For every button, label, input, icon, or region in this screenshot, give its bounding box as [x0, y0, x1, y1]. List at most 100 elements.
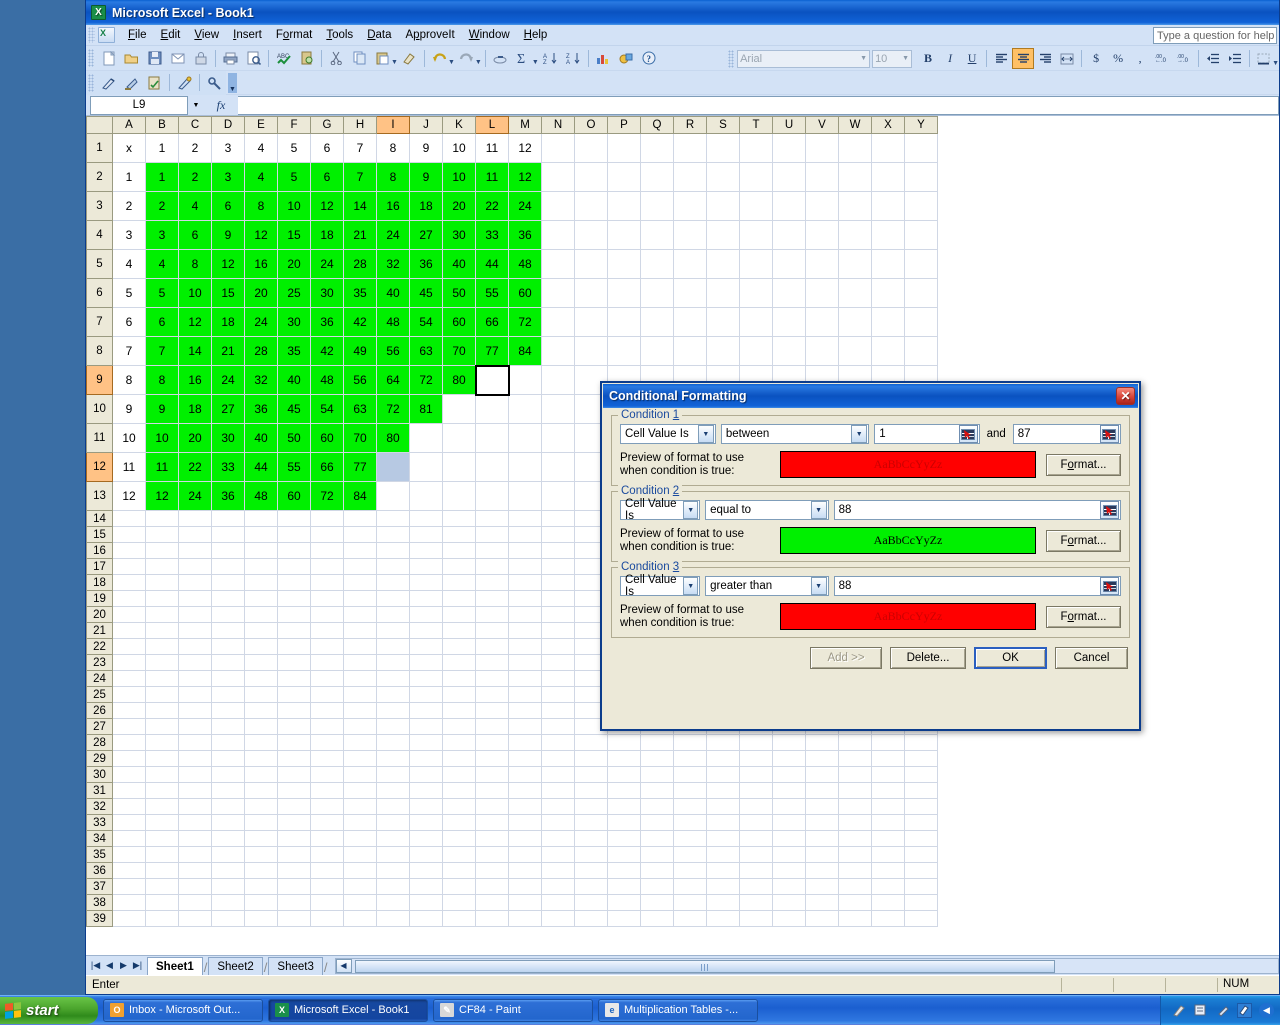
cell-F14[interactable] — [277, 510, 311, 527]
cell-O8[interactable] — [574, 336, 608, 366]
cell-D32[interactable] — [211, 798, 245, 815]
cell-K15[interactable] — [442, 526, 476, 543]
cell-O34[interactable] — [574, 830, 608, 847]
cell-N14[interactable] — [541, 510, 575, 527]
drawing-icon[interactable] — [615, 47, 638, 69]
cell-V5[interactable] — [805, 249, 839, 279]
cell-I3[interactable]: 16 — [376, 191, 410, 221]
cell-C7[interactable]: 12 — [178, 307, 212, 337]
cell-J7[interactable]: 54 — [409, 307, 443, 337]
cell-F39[interactable] — [277, 910, 311, 927]
cell-V3[interactable] — [805, 191, 839, 221]
chart-wizard-icon[interactable] — [592, 47, 615, 69]
cell-J15[interactable] — [409, 526, 443, 543]
cell-A17[interactable] — [112, 558, 146, 575]
font-size-combo[interactable]: 10 ▼ — [872, 49, 913, 68]
cell-T34[interactable] — [739, 830, 773, 847]
cell-E32[interactable] — [244, 798, 278, 815]
cell-D14[interactable] — [211, 510, 245, 527]
cell-E37[interactable] — [244, 878, 278, 895]
cell-B2[interactable]: 1 — [145, 162, 179, 192]
row-header-16[interactable]: 16 — [86, 542, 113, 559]
cell-D25[interactable] — [211, 686, 245, 703]
cell-R7[interactable] — [673, 307, 707, 337]
cell-B34[interactable] — [145, 830, 179, 847]
format-button-2[interactable]: Fo rmat... — [1046, 529, 1121, 552]
cell-I14[interactable] — [376, 510, 410, 527]
cell-M31[interactable] — [508, 782, 542, 799]
cell-G26[interactable] — [310, 702, 344, 719]
cell-Y6[interactable] — [904, 278, 938, 308]
cell-L32[interactable] — [475, 798, 509, 815]
cell-D31[interactable] — [211, 782, 245, 799]
cell-F22[interactable] — [277, 638, 311, 655]
cell-N16[interactable] — [541, 542, 575, 559]
copy-icon[interactable] — [348, 47, 371, 69]
cell-L29[interactable] — [475, 750, 509, 767]
column-header-v[interactable]: V — [805, 116, 839, 134]
cell-M32[interactable] — [508, 798, 542, 815]
cell-M4[interactable]: 36 — [508, 220, 542, 250]
cell-F23[interactable] — [277, 654, 311, 671]
menu-edit[interactable]: Edit — [154, 26, 188, 44]
cell-Y7[interactable] — [904, 307, 938, 337]
cell-F6[interactable]: 25 — [277, 278, 311, 308]
cell-K5[interactable]: 40 — [442, 249, 476, 279]
cell-K18[interactable] — [442, 574, 476, 591]
cell-H23[interactable] — [343, 654, 377, 671]
cell-M21[interactable] — [508, 622, 542, 639]
cell-M34[interactable] — [508, 830, 542, 847]
cell-K32[interactable] — [442, 798, 476, 815]
row-header-35[interactable]: 35 — [86, 846, 113, 863]
cell-S3[interactable] — [706, 191, 740, 221]
cell-Y33[interactable] — [904, 814, 938, 831]
horizontal-scrollbar[interactable]: ◀ — [334, 957, 1279, 974]
name-box[interactable]: L9 — [90, 95, 188, 115]
cell-M35[interactable] — [508, 846, 542, 863]
cell-D38[interactable] — [211, 894, 245, 911]
cell-W7[interactable] — [838, 307, 872, 337]
cell-E25[interactable] — [244, 686, 278, 703]
align-center-icon[interactable] — [1012, 48, 1035, 69]
cell-E7[interactable]: 24 — [244, 307, 278, 337]
cell-P2[interactable] — [607, 162, 641, 192]
signature-icon[interactable] — [1237, 1002, 1252, 1018]
cell-Q36[interactable] — [640, 862, 674, 879]
cell-R39[interactable] — [673, 910, 707, 927]
cell-C9[interactable]: 16 — [178, 365, 212, 395]
show-desktop-icon[interactable]: ◀ — [1259, 1002, 1274, 1018]
cell-B9[interactable]: 8 — [145, 365, 179, 395]
cell-B24[interactable] — [145, 670, 179, 687]
formula-input[interactable] — [238, 95, 1279, 115]
cell-B21[interactable] — [145, 622, 179, 639]
cell-N17[interactable] — [541, 558, 575, 575]
taskbar-item[interactable]: O Inbox - Microsoft Out... — [103, 998, 263, 1022]
cell-E13[interactable]: 48 — [244, 481, 278, 511]
row-header-11[interactable]: 11 — [86, 423, 113, 453]
cell-X39[interactable] — [871, 910, 905, 927]
align-left-icon[interactable] — [990, 48, 1012, 69]
cell-A8[interactable]: 7 — [112, 336, 146, 366]
cell-I4[interactable]: 24 — [376, 220, 410, 250]
cell-Y5[interactable] — [904, 249, 938, 279]
column-header-u[interactable]: U — [772, 116, 806, 134]
cell-L12[interactable] — [475, 452, 509, 482]
cell-V8[interactable] — [805, 336, 839, 366]
cell-Y4[interactable] — [904, 220, 938, 250]
cell-N13[interactable] — [541, 481, 575, 511]
cell-F18[interactable] — [277, 574, 311, 591]
cell-K26[interactable] — [442, 702, 476, 719]
cell-G22[interactable] — [310, 638, 344, 655]
cell-N28[interactable] — [541, 734, 575, 751]
cell-C23[interactable] — [178, 654, 212, 671]
cell-I30[interactable] — [376, 766, 410, 783]
cell-S6[interactable] — [706, 278, 740, 308]
ok-button[interactable]: OK — [974, 647, 1047, 669]
cell-U4[interactable] — [772, 220, 806, 250]
cell-G37[interactable] — [310, 878, 344, 895]
chevron-down-icon[interactable]: ▼ — [851, 425, 868, 443]
cell-C4[interactable]: 6 — [178, 220, 212, 250]
next-sheet-icon[interactable]: ▶ — [117, 960, 130, 971]
cell-M18[interactable] — [508, 574, 542, 591]
cell-I20[interactable] — [376, 606, 410, 623]
